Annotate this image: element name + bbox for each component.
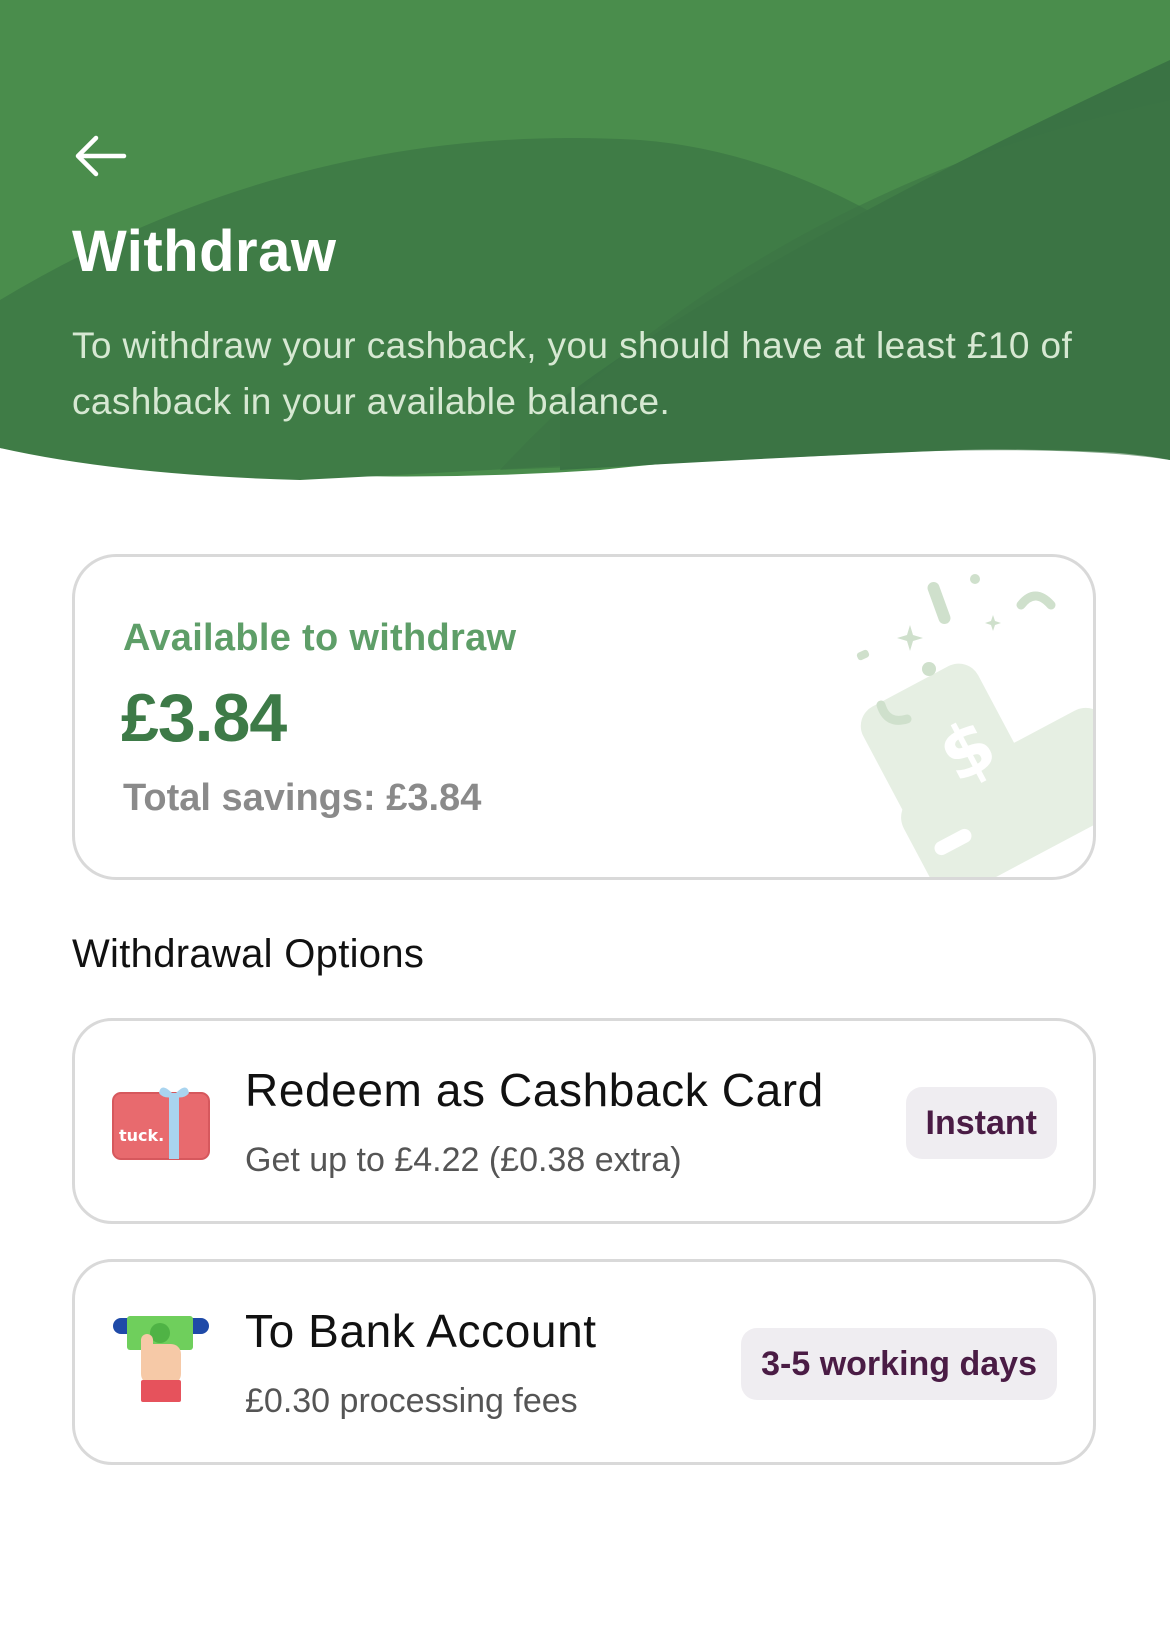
option-subtitle: £0.30 processing fees (245, 1382, 578, 1420)
total-savings: Total savings: £3.84 (123, 777, 482, 819)
gift-card-icon: tuck. (112, 1087, 210, 1160)
option-bank-account[interactable]: To Bank Account £0.30 processing fees 3-… (72, 1259, 1096, 1465)
back-button[interactable] (72, 124, 144, 188)
page-description: To withdraw your cashback, you should ha… (72, 325, 1073, 422)
instant-badge: Instant (905, 1087, 1057, 1159)
header: Withdraw To withdraw your cashback, you … (0, 0, 1170, 500)
available-amount: £3.84 (121, 680, 287, 756)
page-title: Withdraw (72, 219, 337, 284)
available-label: Available to withdraw (123, 617, 517, 659)
option-cashback-card[interactable]: tuck. Redeem as Cashback Card Get up to … (72, 1018, 1096, 1224)
atm-cash-icon (113, 1316, 209, 1402)
option-title: To Bank Account (245, 1305, 597, 1357)
withdraw-screen: Withdraw To withdraw your cashback, you … (0, 0, 1170, 1640)
svg-text:tuck.: tuck. (119, 1126, 164, 1145)
wallet-illustration: $ (856, 574, 1093, 877)
option-title: Redeem as Cashback Card (245, 1064, 824, 1116)
processing-time-badge: 3-5 working days (741, 1328, 1057, 1400)
option-subtitle: Get up to £4.22 (£0.38 extra) (245, 1141, 682, 1179)
balance-card: Available to withdraw £3.84 Total saving… (72, 554, 1096, 880)
withdrawal-options-title: Withdrawal Options (72, 932, 425, 976)
arrow-left-icon (75, 135, 127, 177)
